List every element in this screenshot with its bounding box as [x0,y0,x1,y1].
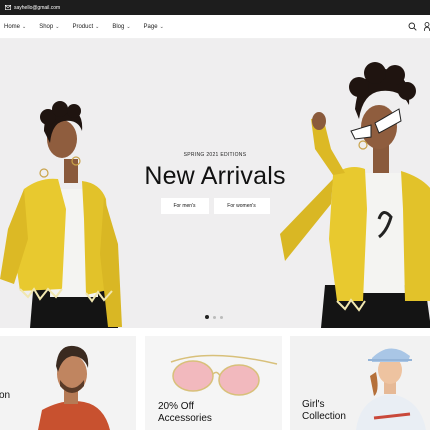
slider-dots [205,315,223,319]
chevron-down-icon: ⌄ [159,23,164,30]
for-womens-button[interactable]: For women's [213,198,270,214]
mail-icon [5,5,11,10]
category-card-men[interactable]: on [0,336,136,430]
chevron-down-icon: ⌄ [55,23,60,30]
card-subtitle: Collection [302,411,346,422]
chevron-down-icon: ⌄ [126,23,131,30]
category-card-accessories[interactable]: 20% Off Accessories [145,336,282,430]
hero-title: New Arrivals [144,162,286,190]
nav-item-label: Shop [39,23,54,30]
man-model-image [38,345,110,430]
slider-dot[interactable] [205,315,209,319]
slider-dot[interactable] [220,315,223,319]
category-card-girls[interactable]: Girl's Collection [290,336,430,430]
card-title: on [0,390,11,401]
nav-item-label: Product [72,23,94,30]
girl-model-image [356,348,426,430]
slider-dot[interactable] [213,315,216,319]
main-navigation: Home ⌄ Shop ⌄ Product ⌄ Blog ⌄ Page ⌄ [0,15,430,39]
sunglasses-image [170,354,278,396]
nav-item-page[interactable]: Page ⌄ [144,24,164,30]
top-bar: sayhello@gmail.com [0,0,430,15]
card-subtitle: Accessories [158,413,212,424]
hero-kicker: SPRING 2021 EDITIONS [183,152,247,158]
chevron-down-icon: ⌄ [95,23,100,30]
nav-item-blog[interactable]: Blog ⌄ [112,24,130,30]
nav-menu: Home ⌄ Shop ⌄ Product ⌄ Blog ⌄ Page ⌄ [0,24,177,30]
hero-banner: SPRING 2021 EDITIONS New Arrivals For me… [0,39,430,328]
contact-email[interactable]: sayhello@gmail.com [14,5,60,11]
nav-item-label: Page [143,23,158,30]
search-icon[interactable] [408,18,417,36]
hero-content: SPRING 2021 EDITIONS New Arrivals For me… [125,152,305,214]
nav-item-label: Blog [112,23,125,30]
card-title: Girl's [302,399,325,410]
for-mens-button[interactable]: For men's [160,198,209,214]
nav-item-label: Home [4,23,21,30]
hero-buttons: For men's For women's [125,198,305,214]
nav-item-shop[interactable]: Shop ⌄ [39,24,59,30]
chevron-down-icon: ⌄ [22,23,27,30]
nav-item-home[interactable]: Home ⌄ [4,24,26,30]
hero-model-left-image [0,101,122,328]
card-title: 20% Off [158,401,194,412]
nav-item-product[interactable]: Product ⌄ [72,24,99,30]
nav-icons [408,15,430,39]
category-cards: on 20% Off Accessories Girl's Collection [0,336,430,430]
user-icon[interactable] [423,18,430,36]
